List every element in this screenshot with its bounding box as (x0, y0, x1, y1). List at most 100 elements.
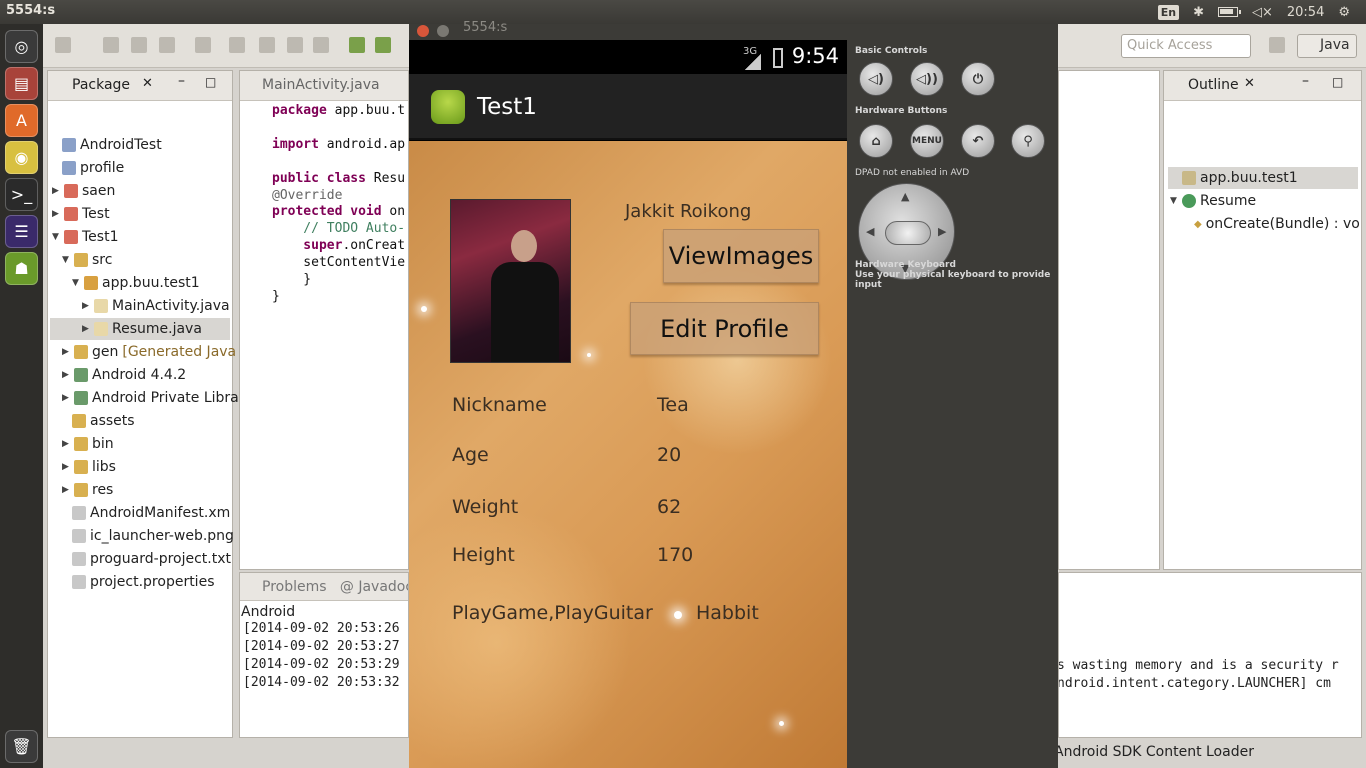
tree-item[interactable]: ▶ libs (62, 456, 116, 478)
tree-item[interactable]: ▶ gen [Generated Java (62, 341, 236, 363)
battery-icon[interactable] (1217, 7, 1241, 17)
volume-up-icon[interactable]: ◁)) (910, 62, 944, 96)
keyboard-layout-indicator[interactable]: En (1157, 4, 1180, 20)
maximize-icon[interactable]: □ (1332, 75, 1343, 89)
outline-item-package[interactable]: app.buu.test1 (1168, 167, 1358, 189)
quick-access-input[interactable]: Quick Access (1121, 34, 1251, 58)
expand-arrow-icon[interactable]: ▶ (82, 324, 90, 334)
minimize-icon[interactable]: – (1302, 73, 1309, 89)
tree-item[interactable]: project.properties (72, 571, 214, 593)
files-icon[interactable]: ▤ (5, 67, 38, 100)
javadoc-tab[interactable]: Javadoc (358, 579, 408, 595)
back-icon[interactable]: ↶ (961, 124, 995, 158)
android-icon[interactable]: ☗ (5, 252, 38, 285)
expand-arrow-icon[interactable]: ▶ (52, 209, 60, 219)
paragraph-icon[interactable] (313, 37, 329, 53)
maximize-icon[interactable]: □ (205, 75, 216, 89)
minimize-icon[interactable]: – (178, 73, 185, 89)
software-center-icon[interactable]: A (5, 104, 38, 137)
device-screen[interactable]: 3G 9:54 Test1 Jakkit Roikong ViewImages … (409, 40, 847, 768)
console-output[interactable]: [2014-09-02 20:53:26 [2014-09-02 20:53:2… (240, 620, 408, 692)
tree-item[interactable]: ▶ res (62, 479, 113, 501)
dpad-up-icon[interactable]: ▲ (901, 190, 909, 203)
avd-manager-icon[interactable] (375, 37, 391, 53)
tree-item-label: proguard-project.txt (90, 551, 231, 567)
tree-item[interactable]: ▶ saen (52, 180, 115, 202)
tree-item-selected[interactable]: ▶ Resume.java (50, 318, 230, 340)
tree-item[interactable]: proguard-project.txt (72, 548, 231, 570)
tree-item[interactable]: ▼ app.buu.test1 (72, 272, 200, 294)
outline-item-class[interactable]: ▼ Resume (1170, 190, 1256, 212)
collapse-arrow-icon[interactable]: ▼ (72, 278, 80, 288)
dpad-left-icon[interactable]: ◀ (866, 225, 874, 238)
nickname-label: Nickname (452, 394, 547, 416)
outline-tab[interactable]: Outline ✕ – □ (1164, 71, 1361, 101)
close-icon[interactable]: ✕ (1244, 76, 1255, 91)
search-icon[interactable]: ⚲ (1011, 124, 1045, 158)
expand-arrow-icon[interactable]: ▶ (62, 439, 70, 449)
collapse-arrow-icon[interactable]: ▼ (1170, 196, 1178, 206)
expand-arrow-icon[interactable]: ▶ (62, 462, 70, 472)
chrome-icon[interactable]: ◉ (5, 141, 38, 174)
open-perspective-icon[interactable] (1269, 37, 1285, 53)
view-images-button[interactable]: ViewImages (663, 229, 819, 283)
tree-item[interactable]: assets (72, 410, 135, 432)
clock[interactable]: 20:54 (1287, 5, 1324, 20)
run-icon[interactable] (259, 37, 275, 53)
print-icon[interactable] (159, 37, 175, 53)
expand-arrow-icon[interactable]: ▶ (62, 485, 70, 495)
outline-item-method[interactable]: ◆ onCreate(Bundle) : vo (1194, 213, 1360, 235)
tree-item[interactable]: ic_launcher-web.png (72, 525, 234, 547)
close-window-icon[interactable] (417, 25, 429, 37)
problems-tab[interactable]: Problems (262, 579, 327, 595)
download-sdk-icon[interactable] (349, 37, 365, 53)
open-type-icon[interactable] (287, 37, 303, 53)
save-icon[interactable] (103, 37, 119, 53)
home-icon[interactable]: ⌂ (859, 124, 893, 158)
tree-item[interactable]: AndroidManifest.xm (72, 502, 230, 524)
menu-button[interactable]: MENU (910, 124, 944, 158)
tree-item[interactable]: ▼ Test1 (52, 226, 118, 248)
close-icon[interactable]: ✕ (142, 76, 153, 91)
tree-item[interactable]: ▶ bin (62, 433, 114, 455)
volume-down-icon[interactable]: ◁) (859, 62, 893, 96)
bluetooth-icon[interactable]: ✱ (1193, 5, 1204, 20)
tree-item[interactable]: ▶ Android 4.4.2 (62, 364, 186, 386)
gear-icon[interactable]: ⚙ (1338, 5, 1350, 20)
outline-item-label: onCreate(Bundle) : vo (1205, 216, 1360, 232)
java-perspective-button[interactable]: Java (1297, 34, 1357, 58)
expand-arrow-icon[interactable]: ▶ (62, 347, 70, 357)
expand-arrow-icon[interactable]: ▶ (52, 186, 60, 196)
minimize-window-icon[interactable] (437, 25, 449, 37)
power-icon[interactable]: ⏻ (961, 62, 995, 96)
search-icon[interactable] (229, 37, 245, 53)
dash-home-icon[interactable]: ◎ (5, 30, 38, 63)
tree-item[interactable]: ▶ Android Private Libra (62, 387, 239, 409)
expand-arrow-icon[interactable]: ▶ (62, 393, 70, 403)
code-editor[interactable]: MainActivity.java package app.buu.t impo… (239, 70, 409, 570)
edit-profile-button[interactable]: Edit Profile (630, 302, 819, 355)
save-all-icon[interactable] (131, 37, 147, 53)
tree-item[interactable]: ▶ Test (52, 203, 110, 225)
tree-item[interactable]: AndroidTest (62, 134, 162, 156)
expand-arrow-icon[interactable]: ▶ (62, 370, 70, 380)
trash-icon[interactable]: 🗑 (5, 730, 38, 763)
tree-item[interactable]: ▶ MainActivity.java (82, 295, 230, 317)
dpad-center-button[interactable] (885, 221, 931, 245)
collapse-arrow-icon[interactable]: ▼ (52, 232, 60, 242)
code-text[interactable]: package app.buu.t import android.ap publ… (272, 103, 405, 306)
dpad-right-icon[interactable]: ▶ (938, 225, 946, 238)
eclipse-icon[interactable]: ☰ (5, 215, 38, 248)
tree-item[interactable]: ▼ src (62, 249, 112, 271)
terminal-icon[interactable]: >_ (5, 178, 38, 211)
package-explorer-tab[interactable]: Package ✕ – □ (48, 71, 232, 101)
collapse-arrow-icon[interactable]: ▼ (62, 255, 70, 265)
volume-icon[interactable]: ◁× (1252, 5, 1273, 20)
editor-tab[interactable]: MainActivity.java (240, 71, 408, 101)
tree-item[interactable]: profile (62, 157, 124, 179)
tree-item-label: assets (90, 413, 135, 429)
debug-icon[interactable] (195, 37, 211, 53)
expand-arrow-icon[interactable]: ▶ (82, 301, 90, 311)
new-icon[interactable] (55, 37, 71, 53)
sparkle (779, 721, 784, 726)
